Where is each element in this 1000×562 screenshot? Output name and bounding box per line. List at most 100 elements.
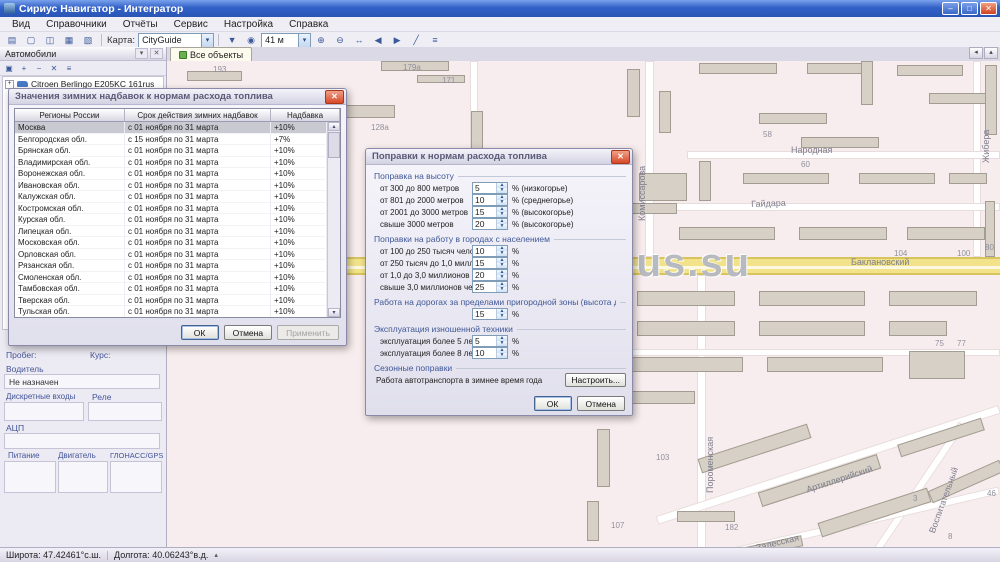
- table-row[interactable]: Орловская обл.с 01 ноября по 31 марта+10…: [15, 249, 327, 261]
- close-button[interactable]: ✕: [980, 2, 997, 15]
- spin-down-icon[interactable]: ▼: [497, 251, 507, 256]
- statusbar-expander-icon[interactable]: ▴: [214, 551, 218, 559]
- delete-icon[interactable]: ✕: [47, 62, 61, 74]
- menu-item-1[interactable]: Справочники: [38, 19, 115, 30]
- spin-down-icon[interactable]: ▼: [497, 212, 507, 217]
- table-row[interactable]: Липецкая обл.с 01 ноября по 31 марта+10%: [15, 226, 327, 238]
- report-icon[interactable]: ▤: [3, 32, 21, 48]
- value-spinner[interactable]: 10▲▼: [472, 194, 508, 206]
- map-combo[interactable]: CityGuide ▾: [138, 33, 214, 48]
- row-label: от 801 до 2000 метров: [380, 196, 472, 205]
- table-scrollbar[interactable]: ▴ ▾: [327, 122, 340, 317]
- table-row[interactable]: Владимирская обл.с 01 ноября по 31 марта…: [15, 157, 327, 169]
- value-spinner[interactable]: 5▲▼: [472, 182, 508, 194]
- prev-view-icon[interactable]: ◀: [369, 32, 387, 48]
- column-header[interactable]: Срок действия зимних надбавок: [125, 109, 271, 122]
- value-spinner[interactable]: 15▲▼: [472, 257, 508, 269]
- spin-down-icon[interactable]: ▼: [497, 341, 507, 346]
- table-row[interactable]: Курская обл.с 01 ноября по 31 марта+10%: [15, 214, 327, 226]
- spinner-value: 10: [473, 195, 496, 205]
- tab-all-objects[interactable]: Все объекты: [170, 47, 252, 61]
- scale-combo[interactable]: 41 м ▾: [261, 33, 311, 48]
- table-row[interactable]: Воронежская обл.с 01 ноября по 31 марта+…: [15, 168, 327, 180]
- dialog-body: Поправка на высоту от 300 до 800 метров5…: [366, 165, 632, 416]
- table-row[interactable]: Московская обл.с 01 ноября по 31 марта+1…: [15, 237, 327, 249]
- ok-button[interactable]: ОК: [534, 396, 572, 411]
- spin-down-icon[interactable]: ▼: [497, 224, 507, 229]
- table-row[interactable]: Брянская обл.с 01 ноября по 31 марта+10%: [15, 145, 327, 157]
- spin-down-icon[interactable]: ▼: [497, 188, 507, 193]
- value-spinner[interactable]: 15▲▼: [472, 206, 508, 218]
- remove-vehicle-icon[interactable]: −: [32, 62, 46, 74]
- value-spinner[interactable]: 5▲▼: [472, 335, 508, 347]
- table-row[interactable]: Москвас 01 ноября по 31 марта+10%: [15, 122, 327, 134]
- menu-item-4[interactable]: Настройка: [216, 19, 281, 30]
- scroll-down-icon[interactable]: ▾: [328, 308, 340, 317]
- pan-icon[interactable]: ↔: [350, 32, 368, 48]
- table-cell: +10%: [271, 157, 327, 169]
- spin-down-icon[interactable]: ▼: [497, 314, 507, 319]
- map-combo-value: CityGuide: [139, 35, 201, 45]
- menu-item-5[interactable]: Справка: [281, 19, 336, 30]
- monitor-icon[interactable]: ▢: [22, 32, 40, 48]
- pin-icon[interactable]: ▾: [135, 48, 148, 59]
- minimize-button[interactable]: –: [942, 2, 959, 15]
- table-row[interactable]: Тульская обл.с 01 ноября по 31 марта+10%: [15, 306, 327, 317]
- table-cell: с 01 ноября по 31 марта: [125, 214, 271, 226]
- value-spinner[interactable]: 10▲▼: [472, 347, 508, 359]
- table-row[interactable]: Белгородская обл.с 15 ноября по 31 марта…: [15, 134, 327, 146]
- printer-icon[interactable]: ▦: [60, 32, 78, 48]
- close-panel-icon[interactable]: ✕: [150, 48, 163, 59]
- spin-down-icon[interactable]: ▼: [497, 287, 507, 292]
- next-view-icon[interactable]: ▶: [388, 32, 406, 48]
- house-number: 46: [987, 489, 996, 498]
- correction-row: от 300 до 800 метров5▲▼% (низкогорье): [368, 182, 630, 194]
- table-row[interactable]: Рязанская обл.с 01 ноября по 31 марта+10…: [15, 260, 327, 272]
- table-row[interactable]: Тамбовская обл.с 01 ноября по 31 марта+1…: [15, 283, 327, 295]
- collapse-up-icon[interactable]: ▴: [984, 47, 998, 59]
- close-icon[interactable]: ✕: [611, 150, 630, 164]
- zoom-in-icon[interactable]: ⊕: [312, 32, 330, 48]
- chart-icon[interactable]: ▧: [79, 32, 97, 48]
- map-pin-icon[interactable]: ▼: [223, 32, 241, 48]
- add-vehicle-icon[interactable]: +: [17, 62, 31, 74]
- table-row[interactable]: Смоленская обл.с 01 ноября по 31 марта+1…: [15, 272, 327, 284]
- layers-icon[interactable]: ≡: [426, 32, 444, 48]
- screens-icon[interactable]: ◫: [41, 32, 59, 48]
- scroll-up-icon[interactable]: ▴: [328, 122, 340, 131]
- close-icon[interactable]: ✕: [325, 90, 344, 104]
- zoom-out-icon[interactable]: ⊖: [331, 32, 349, 48]
- menu-item-0[interactable]: Вид: [4, 19, 38, 30]
- configure-button[interactable]: Настроить...: [565, 373, 626, 387]
- car-icon[interactable]: ▣: [2, 62, 16, 74]
- properties-icon[interactable]: ≡: [62, 62, 76, 74]
- correction-row: свыше 3000 метров20▲▼% (высокогорье): [368, 218, 630, 230]
- menu-item-3[interactable]: Сервис: [166, 19, 216, 30]
- collapse-left-icon[interactable]: ◂: [969, 47, 983, 59]
- table-row[interactable]: Ивановская обл.с 01 ноября по 31 марта+1…: [15, 180, 327, 192]
- spinner-value: 15: [473, 258, 496, 268]
- menu-item-2[interactable]: Отчёты: [115, 19, 166, 30]
- column-header[interactable]: Регионы России: [15, 109, 125, 122]
- value-spinner[interactable]: 15▲▼: [472, 308, 508, 320]
- ok-button[interactable]: ОК: [181, 325, 219, 340]
- value-spinner[interactable]: 20▲▼: [472, 218, 508, 230]
- cancel-button[interactable]: Отмена: [224, 325, 273, 340]
- cancel-button[interactable]: Отмена: [577, 396, 626, 411]
- ruler-icon[interactable]: ╱: [407, 32, 425, 48]
- table-row[interactable]: Тверская обл.с 01 ноября по 31 марта+10%: [15, 295, 327, 307]
- spin-down-icon[interactable]: ▼: [497, 353, 507, 358]
- track-icon[interactable]: ◉: [242, 32, 260, 48]
- spin-down-icon[interactable]: ▼: [497, 275, 507, 280]
- maximize-button[interactable]: □: [961, 2, 978, 15]
- spin-down-icon[interactable]: ▼: [497, 263, 507, 268]
- value-spinner[interactable]: 25▲▼: [472, 281, 508, 293]
- table-row[interactable]: Калужская обл.с 01 ноября по 31 марта+10…: [15, 191, 327, 203]
- driver-value-box: Не назначен: [4, 374, 160, 389]
- scroll-thumb[interactable]: [328, 132, 340, 158]
- value-spinner[interactable]: 20▲▼: [472, 269, 508, 281]
- spin-down-icon[interactable]: ▼: [497, 200, 507, 205]
- table-row[interactable]: Костромская обл.с 01 ноября по 31 марта+…: [15, 203, 327, 215]
- column-header[interactable]: Надбавка: [271, 109, 340, 122]
- value-spinner[interactable]: 10▲▼: [472, 245, 508, 257]
